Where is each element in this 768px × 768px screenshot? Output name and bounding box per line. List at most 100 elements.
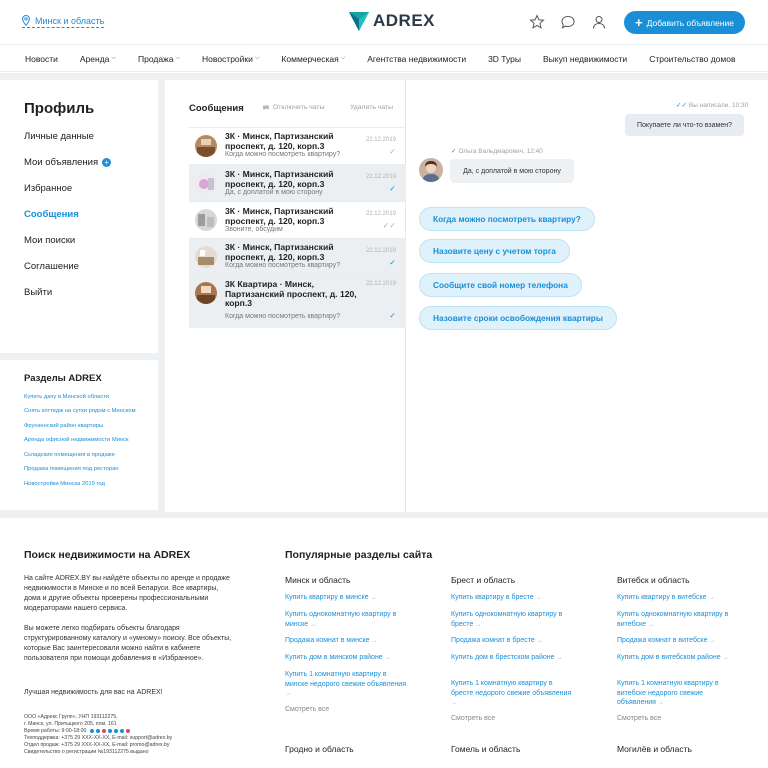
nav-new-buildings[interactable]: Новостройки ⌵: [191, 54, 270, 64]
star-icon[interactable]: [529, 14, 545, 30]
menu-my-searches[interactable]: Мои поиски: [24, 235, 75, 246]
popular-link[interactable]: Купить однокомнатную квартиру в витебске…: [617, 610, 742, 630]
conversation-date: 22.12.2019: [365, 211, 396, 217]
region-heading: Могилёв и область: [617, 744, 692, 754]
quick-reply-button[interactable]: Сообщите свой номер телефона: [419, 273, 582, 297]
popular-link[interactable]: Купить однокомнатную квартиру в минске →: [285, 610, 410, 630]
popular-link[interactable]: Купить квартиру в бресте →: [451, 593, 576, 604]
link-text: Купить квартиру в витебске: [617, 594, 707, 601]
menu-label: Личные данные: [24, 131, 94, 142]
link-text: Купить квартиру в минске: [285, 594, 369, 601]
conversation-preview: Когда можно посмотреть квартиру?: [225, 313, 341, 320]
see-all-link[interactable]: Смотреть все: [285, 706, 329, 713]
sections-title: Разделы ADREX: [24, 373, 102, 384]
menu-favorites[interactable]: Избранное: [24, 183, 72, 194]
conversation-preview: Когда можно посмотреть квартиру?: [225, 262, 341, 269]
region-heading: Минск и область: [285, 575, 351, 585]
link-text: Купить однокомнатную квартиру в минске: [285, 611, 397, 628]
location-selector[interactable]: Минск и область: [22, 15, 105, 28]
disable-chats-button[interactable]: Отключить чаты: [262, 104, 324, 111]
nav-rent[interactable]: Аренда ⌵: [69, 54, 127, 64]
chat-icon[interactable]: [560, 14, 576, 30]
listing-thumbnail: [195, 135, 217, 157]
nav-label: Новостройки: [202, 53, 253, 64]
add-listing-button[interactable]: + Добавить объявление: [624, 11, 745, 34]
menu-personal-data[interactable]: Личные данные: [24, 131, 94, 142]
social-icons[interactable]: [90, 728, 131, 733]
conversation-row[interactable]: 3К · Минск, Партизанский проспект, д. 12…: [189, 127, 406, 163]
link-text: Купить 1 комнатную квартиру в минске нед…: [285, 671, 406, 688]
avatar: [419, 158, 443, 182]
popular-link[interactable]: Купить 1 комнатную квартиру в бресте нед…: [451, 679, 576, 709]
conversation-row-selected[interactable]: 3К · Минск, Партизанский проспект, д. 12…: [189, 164, 406, 201]
section-link[interactable]: Новостройки Минска 2019 год: [24, 481, 105, 487]
popular-link[interactable]: Купить дом в минском районе →: [285, 653, 410, 664]
nav-sale[interactable]: Продажа ⌵: [127, 54, 191, 64]
nav-label: Продажа: [137, 53, 174, 64]
menu-my-listings[interactable]: Мои объявления +: [24, 157, 112, 168]
menu-messages[interactable]: Сообщения: [24, 209, 79, 220]
section-link[interactable]: Складские помещения в продаже: [24, 452, 115, 458]
popular-link[interactable]: Купить дом в витебском районе →: [617, 653, 742, 664]
arrow-right-icon: →: [310, 621, 317, 628]
user-icon[interactable]: [591, 14, 607, 30]
link-text: Купить квартиру в бресте: [451, 594, 534, 601]
popular-link[interactable]: Купить квартиру в минске →: [285, 593, 410, 604]
plus-icon: +: [635, 14, 643, 30]
quick-reply-button[interactable]: Назовите сроки освобождения квартиры: [419, 306, 617, 330]
popular-link[interactable]: Купить 1 комнатную квартиру в минске нед…: [285, 670, 410, 700]
conversation-row[interactable]: 3К Квартира · Минск, Партизанский проспе…: [189, 274, 406, 328]
popular-link[interactable]: Купить дом в брестском районе →: [451, 653, 576, 664]
nav-label: Выкуп недвижимости: [543, 53, 628, 64]
add-listing-plus-icon[interactable]: +: [102, 158, 112, 167]
chevron-down-icon: ⌵: [111, 55, 116, 61]
quick-reply-button[interactable]: Когда можно посмотреть квартиру?: [419, 207, 595, 231]
delete-chats-button[interactable]: Удалить чаты: [350, 104, 393, 111]
nav-house-building[interactable]: Строительство домов: [638, 54, 746, 64]
conversation-title: 3К · Минск, Партизанский проспект, д. 12…: [225, 169, 334, 189]
section-link[interactable]: Фрунзенский район квартиры: [24, 423, 103, 429]
arrow-right-icon: →: [648, 621, 654, 628]
popular-link[interactable]: Купить квартиру в витебске →: [617, 593, 742, 604]
arrow-right-icon: →: [722, 655, 729, 661]
section-link[interactable]: Аренда офисной недвижимости Минск: [24, 437, 129, 443]
menu-label: Мои объявления: [24, 157, 99, 168]
adrex-sections-card: Разделы ADREX Купить дачу в Минской обла…: [0, 360, 158, 510]
popular-link[interactable]: Продажа комнат в витебске →: [617, 636, 742, 647]
popular-link[interactable]: Купить 1 комнатную квартиру в витебске н…: [617, 679, 742, 709]
link-text: Купить однокомнатную квартиру в витебске: [617, 611, 729, 628]
location-label: Минск и область: [35, 15, 105, 26]
menu-logout[interactable]: Выйти: [24, 287, 52, 298]
footer-paragraph: На сайте ADREX.BY вы найдёте объекты по …: [24, 575, 230, 612]
section-link[interactable]: Купить дачу в Минской области: [24, 394, 109, 400]
main-nav: Новости Аренда ⌵ Продажа ⌵ Новостройки ⌵ Ко…: [0, 46, 768, 72]
nav-commercial[interactable]: Коммерческая ⌵: [270, 54, 356, 64]
conversation-row[interactable]: 3К · Минск, Партизанский проспект, д. 12…: [189, 201, 406, 237]
quick-reply-button[interactable]: Назовите цену с учетом торга: [419, 239, 570, 263]
read-check-icon: ✓: [389, 311, 396, 320]
legal-line: Свидетельство о регистрации №193112275 в…: [24, 749, 149, 755]
popular-link[interactable]: Купить однокомнатную квартиру в бресте →: [451, 610, 576, 630]
logo[interactable]: ADREX: [348, 10, 435, 32]
footer-paragraph: Вы можете легко подбирать объекты благод…: [24, 625, 232, 662]
read-check-icon: ✓: [389, 258, 396, 267]
nav-buyout[interactable]: Выкуп недвижимости: [532, 54, 638, 64]
see-all-link[interactable]: Смотреть все: [451, 715, 495, 722]
popular-link[interactable]: Продажа комнат в бресте →: [451, 636, 576, 647]
nav-news[interactable]: Новости: [0, 54, 69, 64]
nav-3d-tours[interactable]: 3D Туры: [477, 54, 532, 64]
link-text: Продажа комнат в минске: [285, 637, 370, 644]
arrow-right-icon: →: [556, 655, 563, 661]
arrow-right-icon: →: [708, 595, 715, 601]
conversation-row[interactable]: 3К · Минск, Партизанский проспект, д. 12…: [189, 238, 406, 274]
region-heading: Витебск и область: [617, 575, 690, 585]
check-icon: ✓: [451, 148, 457, 155]
popular-link[interactable]: Продажа комнат в минске →: [285, 636, 410, 647]
nav-agencies[interactable]: Агентства недвижимости: [356, 54, 477, 64]
section-link[interactable]: Продажа помещения под ресторан: [24, 466, 119, 472]
section-link[interactable]: Снять коттедж на сутки рядом с Минском: [24, 408, 136, 414]
see-all-link[interactable]: Смотреть все: [617, 715, 661, 722]
listing-thumbnail: [195, 209, 217, 231]
menu-agreement[interactable]: Соглашение: [24, 261, 79, 272]
disable-chats-label: Отключить чаты: [273, 104, 325, 111]
